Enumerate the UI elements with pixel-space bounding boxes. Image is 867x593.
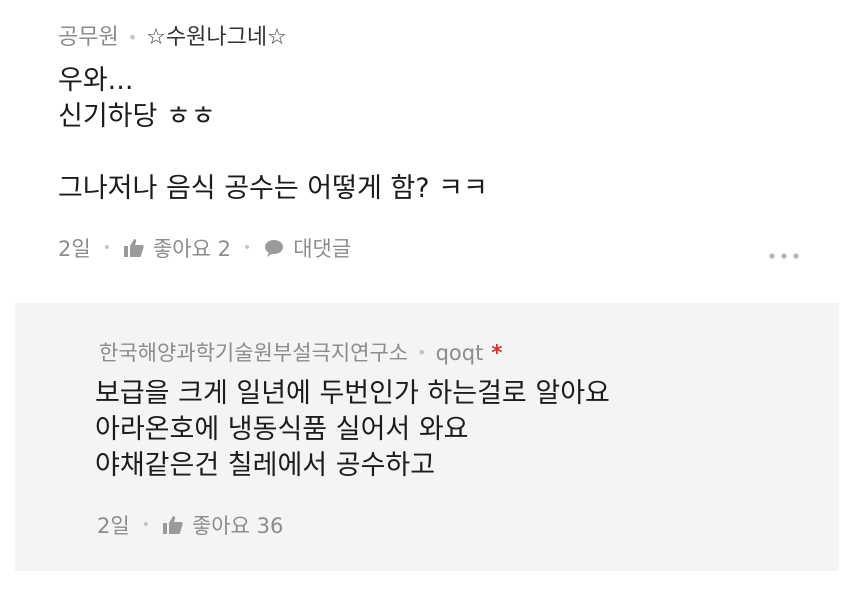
author-company[interactable]: 공무원 — [58, 22, 119, 54]
footer-separator: • — [141, 517, 150, 533]
reply-button[interactable]: 대댓글 — [293, 233, 351, 263]
author-nickname[interactable]: ☆수원나그네☆ — [146, 22, 287, 54]
meta-separator: • — [417, 343, 427, 362]
reply-footer: 2일 • 좋아요 36 — [97, 509, 283, 541]
reply-meta: 한국해양과학기술원부설극지연구소 • qoqt * — [99, 337, 502, 369]
comment-time: 2일 — [58, 237, 91, 261]
reply-body: 보급을 크게 일년에 두번인가 하는걸로 알아요 아라온호에 냉동식품 실어서 … — [95, 378, 610, 481]
reply-author-company[interactable]: 한국해양과학기술원부설극지연구소 — [99, 337, 408, 369]
thumbs-up-icon[interactable] — [162, 514, 184, 536]
author-badge: * — [491, 341, 503, 365]
reply-time: 2일 — [97, 514, 130, 538]
reply-like-button[interactable]: 좋아요 36 — [192, 510, 283, 540]
comment-meta: 공무원 • ☆수원나그네☆ — [58, 22, 287, 54]
like-button[interactable]: 좋아요 2 — [153, 233, 231, 263]
comment-footer: 2일 • 좋아요 2 • 대댓글 — [58, 232, 351, 264]
more-dots-icon[interactable] — [768, 244, 800, 268]
footer-separator: • — [242, 240, 252, 256]
reply-author-nickname[interactable]: qoqt — [436, 337, 484, 369]
reply-comment: 한국해양과학기술원부설극지연구소 • qoqt * 보급을 크게 일년에 두번인… — [15, 303, 839, 571]
comment-body: 우와... 신기하당 ㅎㅎ 그나저나 음식 공수는 어떻게 함? ㅋㅋ — [58, 65, 488, 204]
meta-separator: • — [127, 28, 138, 47]
speech-bubble-icon[interactable] — [263, 237, 285, 259]
comment: 공무원 • ☆수원나그네☆ 우와... 신기하당 ㅎㅎ 그나저나 음식 공수는 … — [0, 0, 867, 300]
thumbs-up-icon[interactable] — [123, 237, 145, 259]
footer-separator: • — [102, 240, 111, 256]
